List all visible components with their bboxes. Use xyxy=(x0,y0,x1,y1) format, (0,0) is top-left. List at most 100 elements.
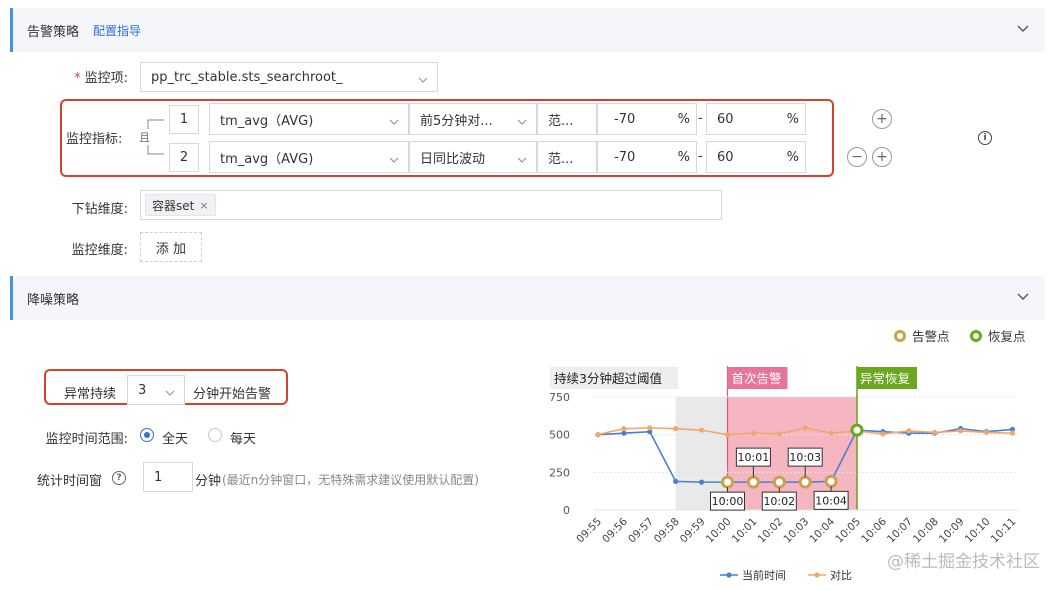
legend-marker-1 xyxy=(970,330,982,342)
collapse-chevron-icon[interactable] xyxy=(1017,25,1029,35)
stats-window-hint: (最近n分钟窗口，无特殊需求建议使用默认配置) xyxy=(222,473,479,487)
collapse-chevron-icon[interactable] xyxy=(1017,293,1029,303)
metric-row-2-low-input[interactable]: -70 % xyxy=(597,141,697,173)
series-1-point-8 xyxy=(802,425,808,431)
x-tick-9: 10:04 xyxy=(807,515,837,545)
y-tick-3: 750 xyxy=(549,391,570,404)
legend-compare-label: 对比 xyxy=(830,568,852,582)
legend-label-0: 告警点 xyxy=(912,329,950,344)
alert-point-3 xyxy=(798,475,812,489)
series-1-point-14 xyxy=(958,428,964,434)
monitor-item-value: pp_trc_stable.sts_searchroot_ xyxy=(151,69,343,85)
chevron-down-icon xyxy=(418,73,428,88)
series-1-point-15 xyxy=(983,429,990,436)
series-1-point-11 xyxy=(880,431,886,437)
x-tick-14: 10:09 xyxy=(937,516,967,546)
radio-daily-label[interactable]: 每天 xyxy=(230,428,256,447)
monitor-item-label: * 监控项: xyxy=(74,71,128,86)
monitor-item-select[interactable]: pp_trc_stable.sts_searchroot_ xyxy=(140,62,438,92)
series-1-point-9 xyxy=(828,430,834,436)
legend-current-marker xyxy=(726,572,732,578)
duration-suffix: 分钟开始告警 xyxy=(193,387,272,402)
metric-row-2-range-select[interactable]: 范... xyxy=(537,141,597,173)
add-metric-row-1-button[interactable]: + xyxy=(872,109,892,129)
metric-row-1-range-select[interactable]: 范... xyxy=(537,103,597,135)
legend-marker-0 xyxy=(894,330,906,342)
metric-row-1-metric-select[interactable]: tm_avg（AVG) xyxy=(209,103,409,135)
radio-all-day-label[interactable]: 全天 xyxy=(162,428,188,447)
series-1-point-6 xyxy=(750,430,756,436)
info-icon[interactable]: i xyxy=(978,131,992,145)
noise-section-header[interactable]: 降噪策略 xyxy=(10,276,1045,320)
metric-row-2-compare-select[interactable]: 日同比波动 xyxy=(409,141,537,173)
x-tick-3: 09:58 xyxy=(652,516,682,546)
metric-row-1-low-input[interactable]: -70 % xyxy=(597,103,697,135)
series-0-point-3 xyxy=(673,478,679,484)
alert-point-4 xyxy=(824,474,838,488)
alert-point-1 xyxy=(746,475,760,489)
stats-window-input[interactable]: 1 xyxy=(143,462,193,492)
series-1-point-1 xyxy=(621,426,627,432)
add-dimension-button[interactable]: 添 加 xyxy=(140,232,202,262)
radio-all-day[interactable] xyxy=(140,428,154,442)
alert-point-2 xyxy=(772,475,786,489)
legend-current-label: 当前时间 xyxy=(742,568,786,582)
x-tick-8: 10:03 xyxy=(781,516,811,546)
metric-row-2-high-input[interactable]: 60 % xyxy=(706,141,806,173)
range-dash: - xyxy=(698,111,703,126)
stats-window-label: 统计时间窗 xyxy=(37,474,103,489)
x-tick-10: 10:05 xyxy=(833,516,863,546)
watermark: @稀土掘金技术社区 xyxy=(887,552,1040,572)
recover-zone-label: 异常恢复 xyxy=(860,371,911,386)
duration-select[interactable]: 3 xyxy=(127,375,185,405)
monitor-dimension-label: 监控维度: xyxy=(71,243,128,258)
recover-point xyxy=(850,423,864,437)
legend-label-1: 恢复点 xyxy=(988,329,1026,344)
x-tick-6: 10:01 xyxy=(730,516,760,546)
add-metric-row-2-button[interactable]: + xyxy=(872,147,892,167)
range-dash: - xyxy=(698,149,703,164)
callout-label-4: 10:04 xyxy=(815,494,847,507)
series-1-point-0 xyxy=(595,432,601,438)
logic-and-label: 且 xyxy=(139,129,150,145)
callout-label-3: 10:03 xyxy=(789,451,821,464)
duration-prefix: 异常持续 xyxy=(64,387,117,402)
config-guide-link[interactable]: 配置指导 xyxy=(93,22,141,39)
y-tick-2: 500 xyxy=(549,429,570,442)
x-tick-4: 09:59 xyxy=(678,516,708,546)
help-icon[interactable]: ? xyxy=(112,471,126,485)
y-tick-1: 250 xyxy=(549,466,570,479)
series-0-point-4 xyxy=(699,479,705,485)
metric-row-1-index: 1 xyxy=(169,105,199,134)
remove-metric-row-2-button[interactable]: − xyxy=(847,147,867,167)
y-tick-0: 0 xyxy=(563,504,570,517)
series-1-point-4 xyxy=(699,427,705,433)
chevron-down-icon xyxy=(389,115,399,130)
callout-label-2: 10:02 xyxy=(763,495,795,508)
x-tick-1: 09:56 xyxy=(600,515,630,545)
callout-label-0: 10:00 xyxy=(712,495,744,508)
x-tick-5: 10:00 xyxy=(704,516,734,546)
chevron-down-icon xyxy=(517,153,527,168)
chevron-down-icon xyxy=(517,115,527,130)
series-1-point-13 xyxy=(932,429,938,436)
metric-row-2-metric-select[interactable]: tm_avg（AVG) xyxy=(209,141,409,173)
metric-row-1-high-input[interactable]: 60 % xyxy=(706,103,806,135)
legend-compare-marker xyxy=(814,572,820,578)
x-tick-13: 10:08 xyxy=(911,516,941,546)
metric-row-1-compare-select[interactable]: 前5分钟对... xyxy=(409,103,537,135)
time-range-label: 监控时间范围: xyxy=(45,432,128,447)
alert-point-0 xyxy=(721,475,734,489)
x-tick-7: 10:02 xyxy=(756,516,786,546)
stats-window-unit: 分钟 xyxy=(195,474,222,489)
series-0-point-1 xyxy=(621,430,627,436)
radio-daily[interactable] xyxy=(208,428,222,442)
x-tick-12: 10:07 xyxy=(885,516,915,546)
series-1-point-7 xyxy=(776,431,782,437)
series-1-point-5 xyxy=(724,432,731,438)
alert-section-header[interactable]: 告警策略 配置指导 xyxy=(10,8,1045,52)
metric-row-2-index: 2 xyxy=(169,143,199,172)
metrics-label: 监控指标: xyxy=(66,132,123,147)
tag-close-icon[interactable]: × xyxy=(199,199,208,212)
drill-dimension-select[interactable] xyxy=(140,190,722,220)
